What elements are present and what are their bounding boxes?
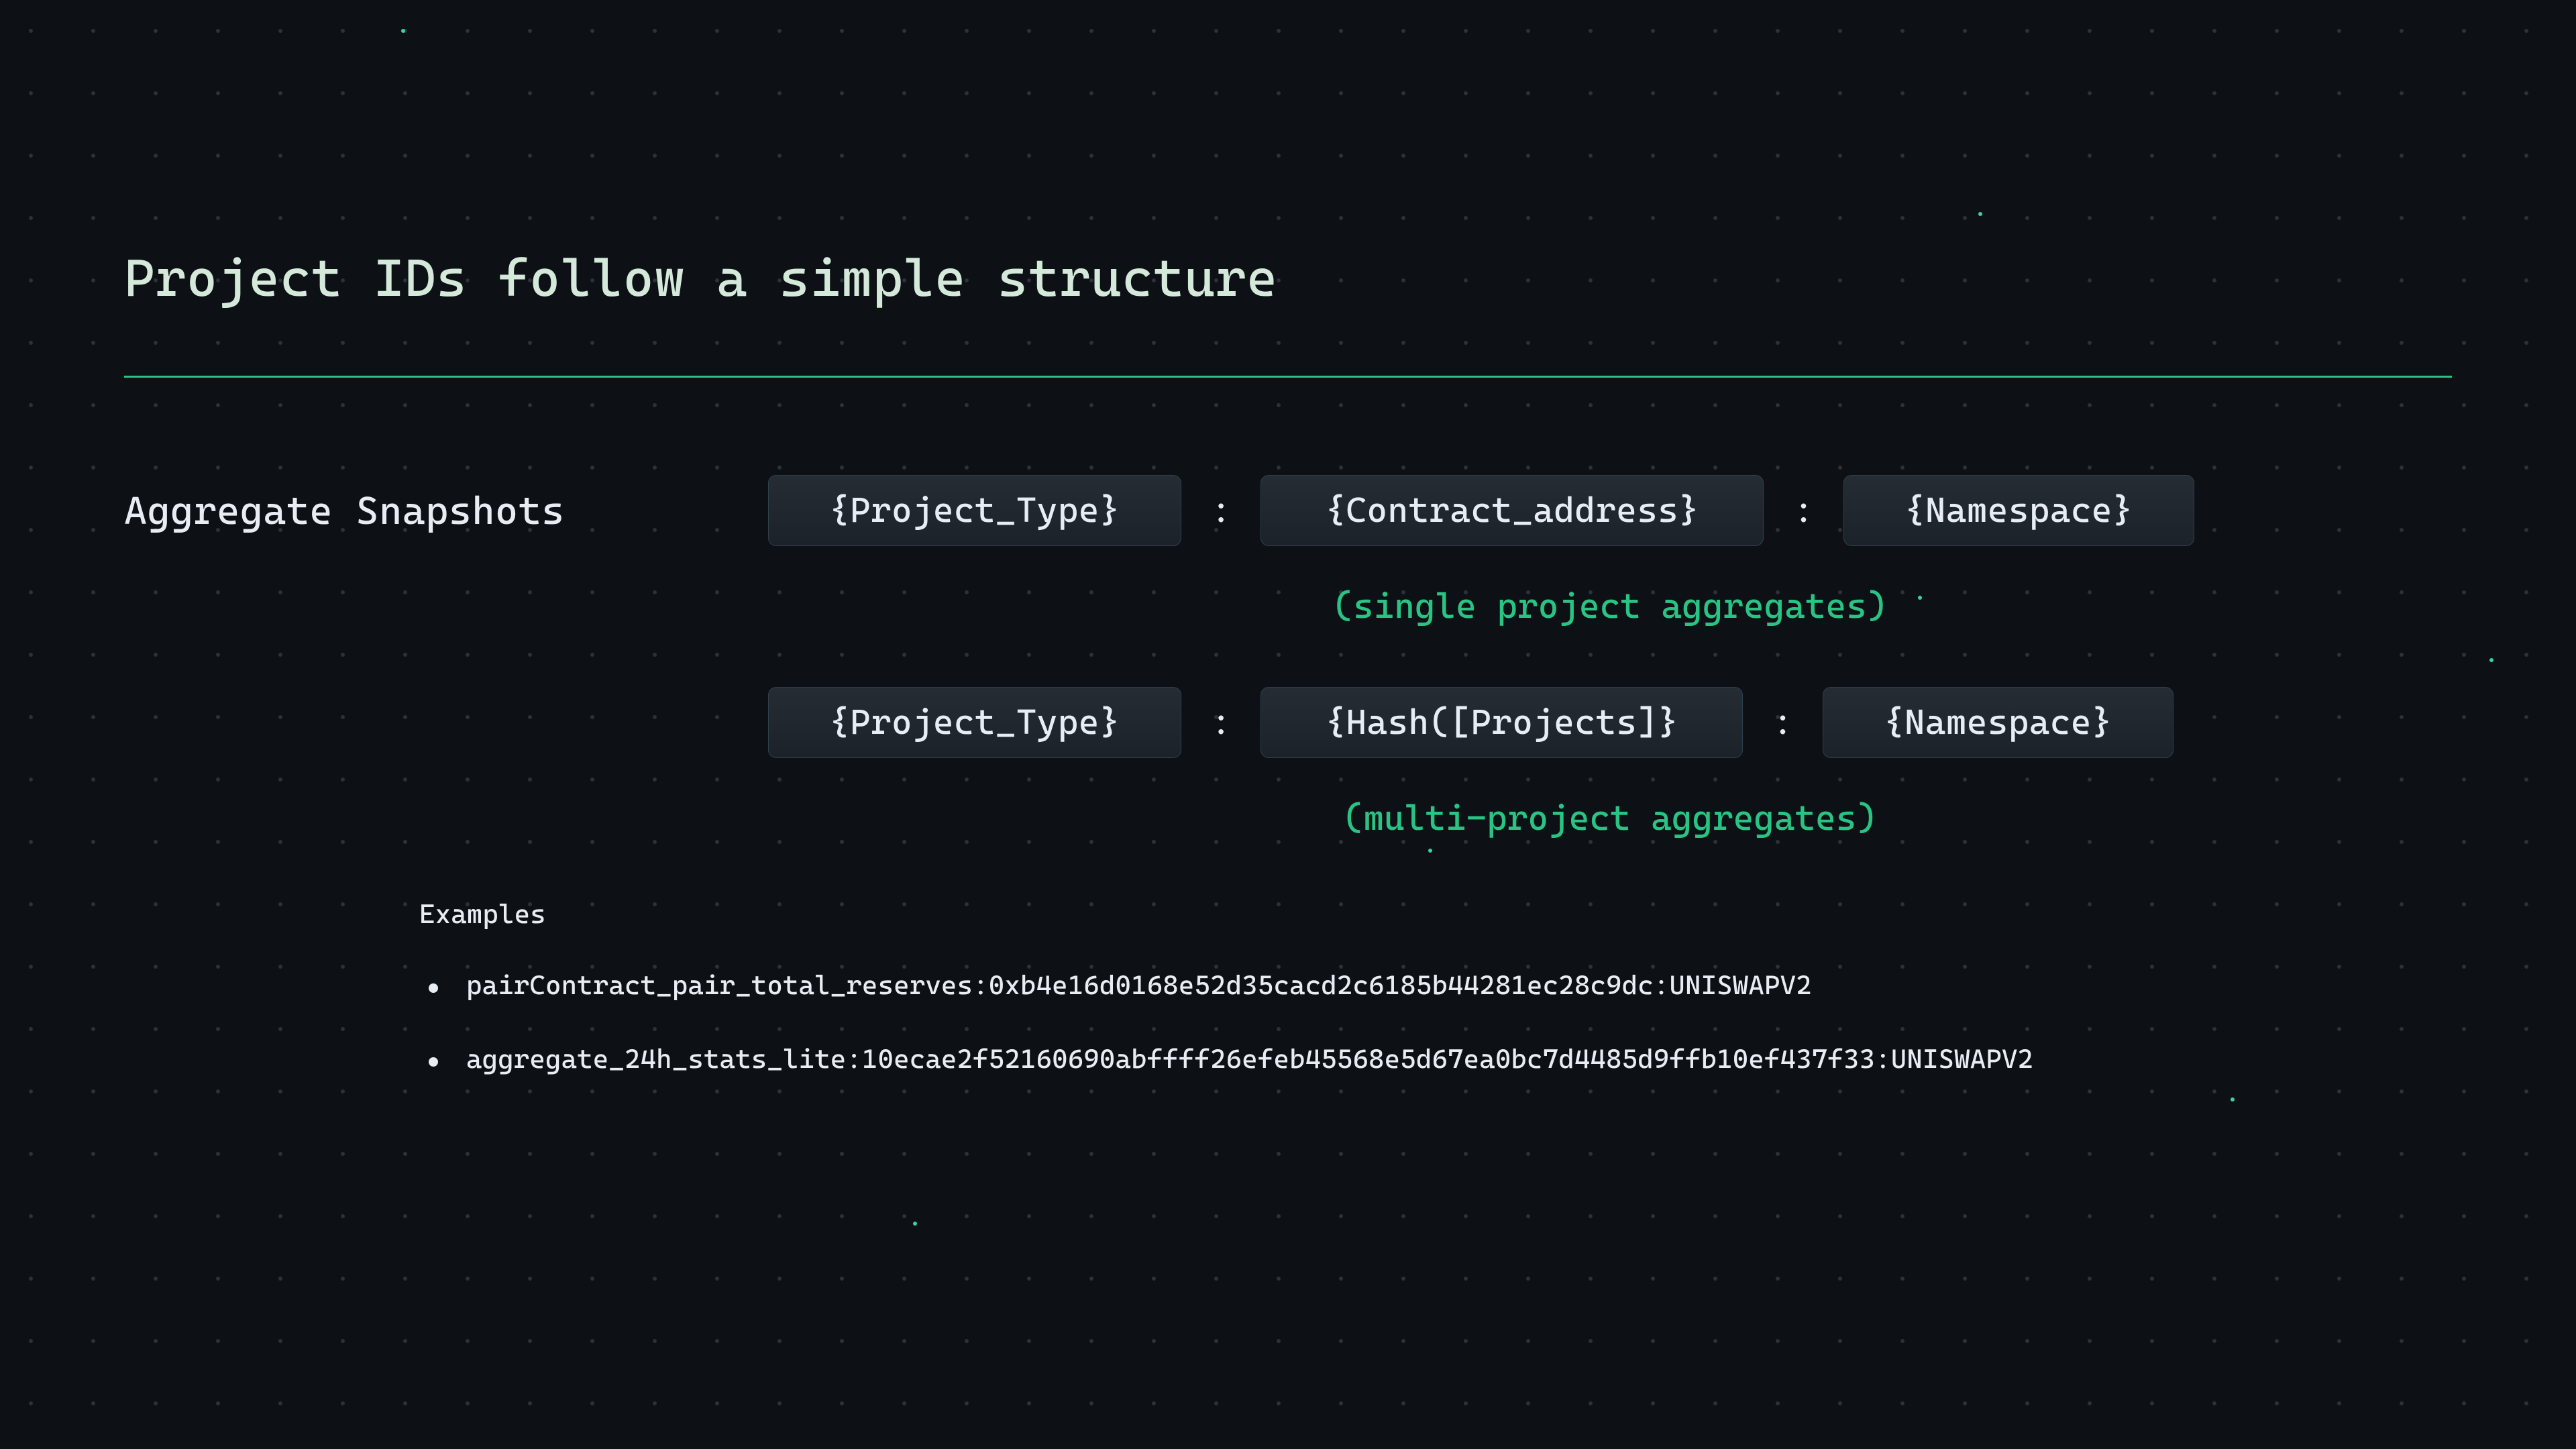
examples-block: Examples pairContract_pair_total_reserve… <box>419 899 2452 1075</box>
example-item: pairContract_pair_total_reserves:0xb4e16… <box>419 970 2452 1001</box>
example-item: aggregate_24h_stats_lite:10ecae2f5216069… <box>419 1044 2452 1075</box>
structure-row-multi: {Project_Type} : {Hash([Projects]} : {Na… <box>124 687 2452 758</box>
chip-hash-projects: {Hash([Projects]} <box>1260 687 1743 758</box>
single-caption: (single project aggregates) <box>124 586 2452 627</box>
section-label: Aggregate Snapshots <box>124 488 768 533</box>
separator: : <box>1789 490 1818 531</box>
examples-heading: Examples <box>419 899 2452 930</box>
separator: : <box>1207 490 1236 531</box>
separator: : <box>1768 702 1797 743</box>
page-title: Project IDs follow a simple structure <box>124 248 2452 309</box>
chip-namespace: {Namespace} <box>1823 687 2174 758</box>
chip-project-type: {Project_Type} <box>768 475 1181 546</box>
title-divider <box>124 376 2452 378</box>
chip-project-type: {Project_Type} <box>768 687 1181 758</box>
multi-caption: (multi-project aggregates) <box>124 798 2452 839</box>
chip-contract-address: {Contract_address} <box>1260 475 1764 546</box>
separator: : <box>1207 702 1236 743</box>
examples-list: pairContract_pair_total_reserves:0xb4e16… <box>419 970 2452 1075</box>
structure-row-single: Aggregate Snapshots {Project_Type} : {Co… <box>124 475 2452 546</box>
token-group-single: {Project_Type} : {Contract_address} : {N… <box>768 475 2194 546</box>
chip-namespace: {Namespace} <box>1843 475 2194 546</box>
token-group-multi: {Project_Type} : {Hash([Projects]} : {Na… <box>768 687 2174 758</box>
slide-content: Project IDs follow a simple structure Ag… <box>0 0 2576 1075</box>
